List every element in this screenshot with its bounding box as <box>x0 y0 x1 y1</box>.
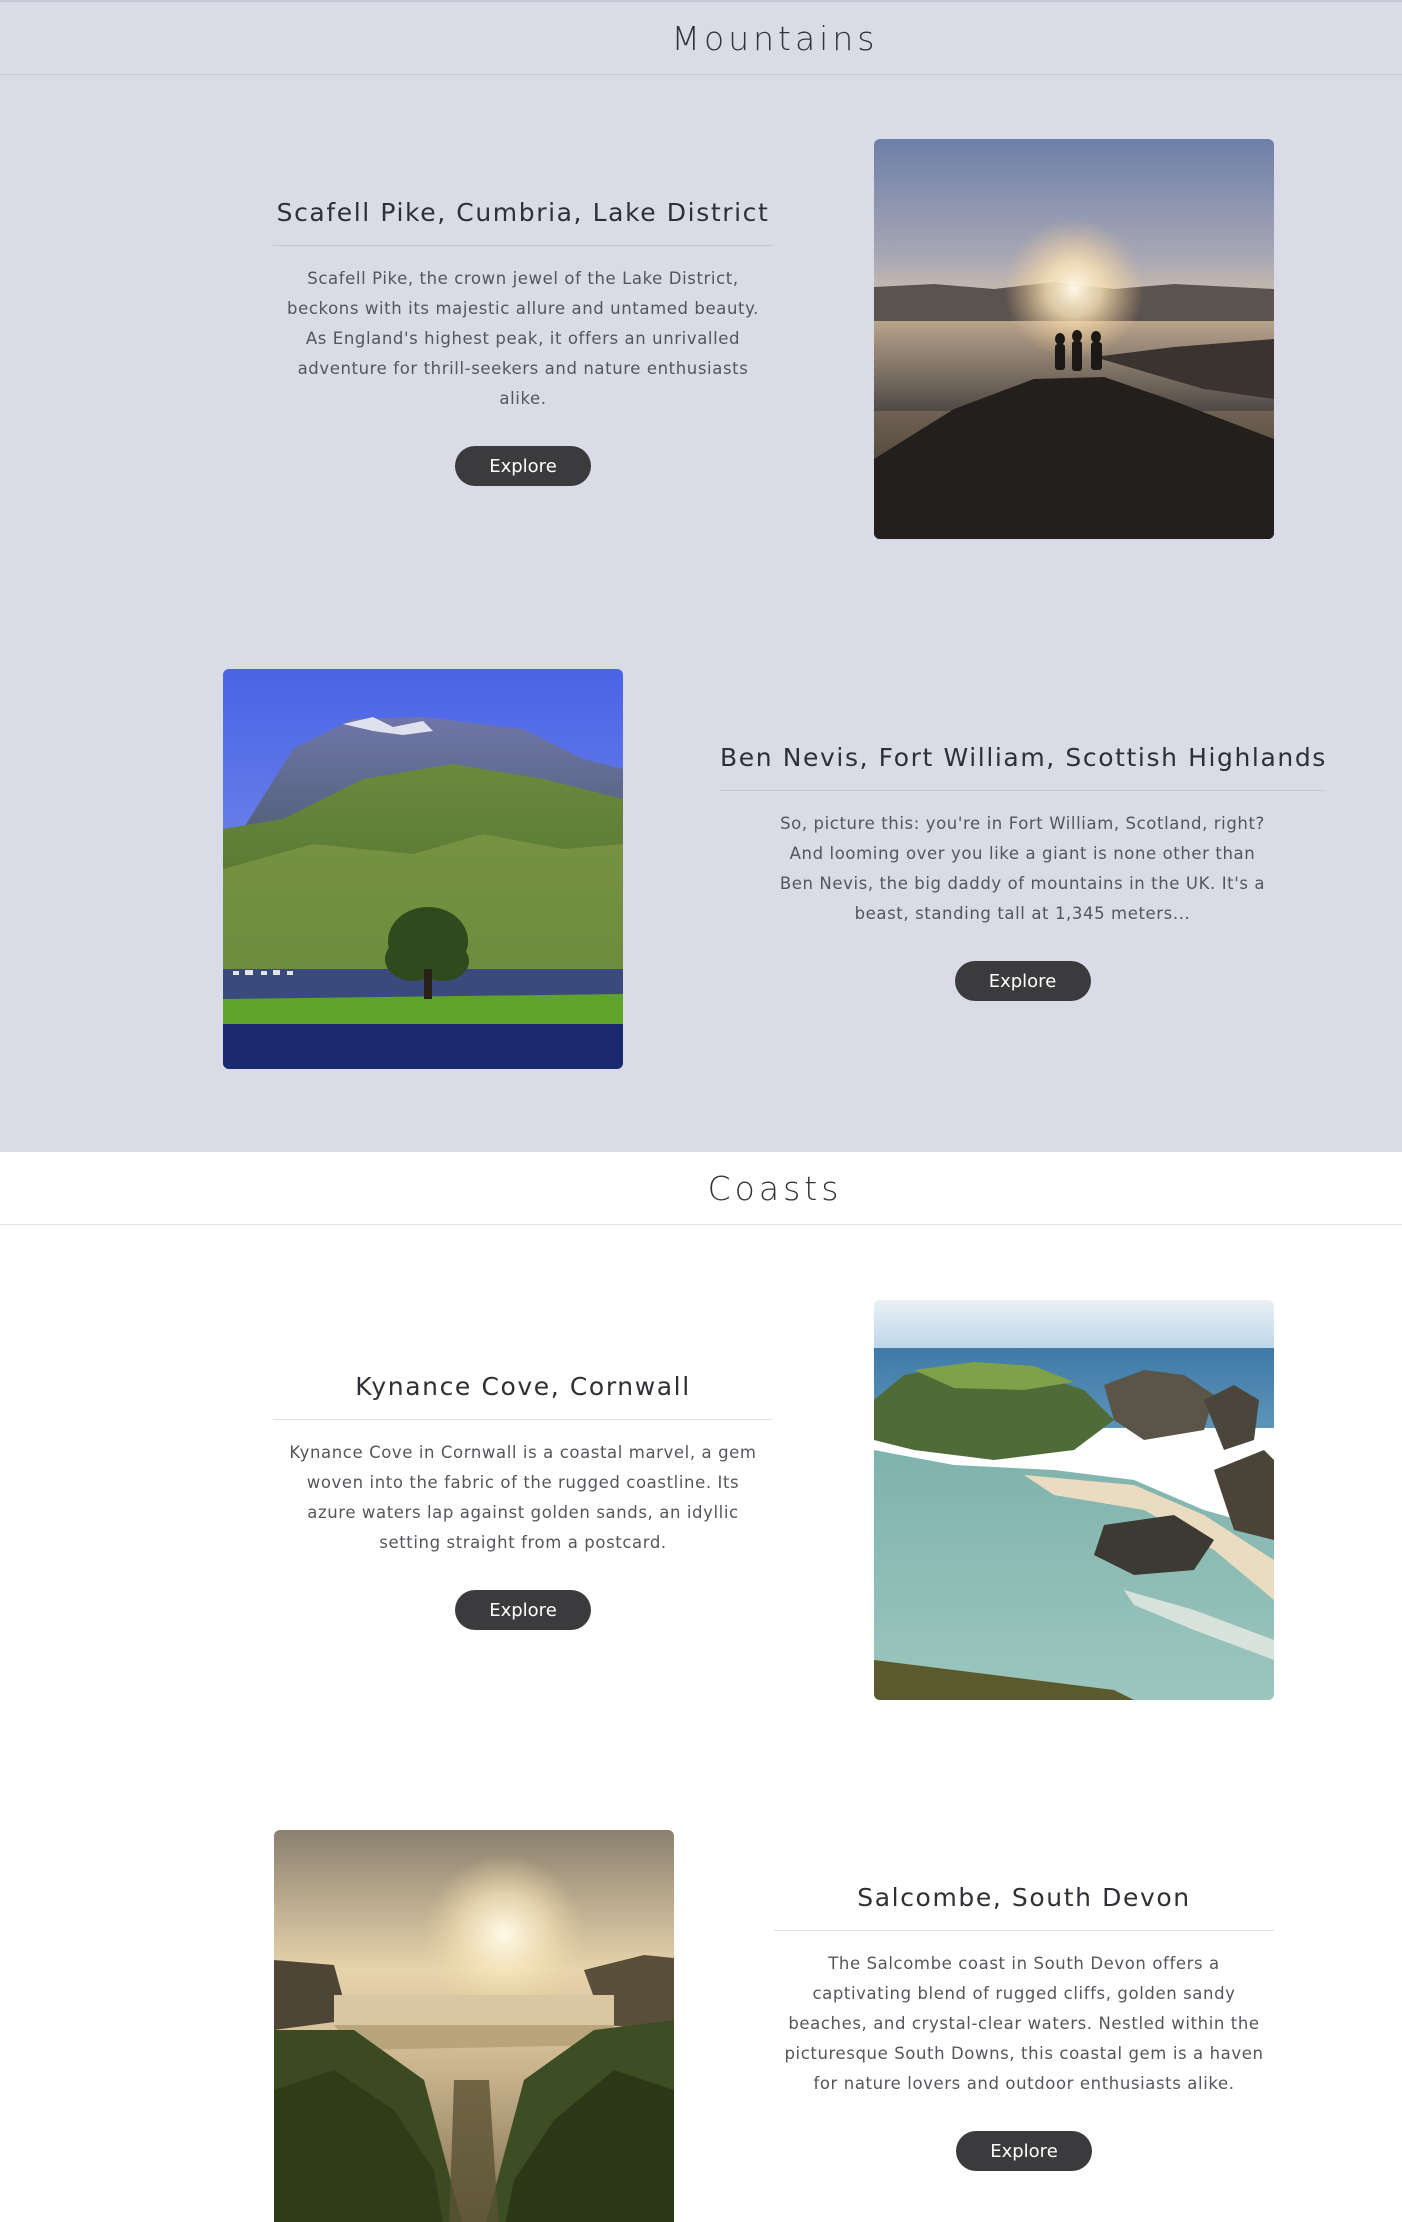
card-description: The Salcombe coast in South Devon offers… <box>784 1954 1264 2093</box>
kynance-cove-photo <box>874 1300 1274 1700</box>
card-kynance-cove: Kynance Cove, Cornwall Kynance Cove in C… <box>273 1372 773 1630</box>
salcombe-sunset-valley-photo <box>274 1830 674 2222</box>
card-description: Kynance Cove in Cornwall is a coastal ma… <box>289 1443 757 1552</box>
card-title: Kynance Cove, Cornwall <box>273 1372 773 1420</box>
card-salcombe: Salcombe, South Devon The Salcombe coast… <box>774 1883 1274 2171</box>
section-title-coasts: Coasts <box>707 1168 843 1208</box>
mountains-header: Mountains <box>0 2 1402 75</box>
coasts-header: Coasts <box>0 1152 1402 1225</box>
card-ben-nevis: Ben Nevis, Fort William, Scottish Highla… <box>720 743 1325 1001</box>
section-title-mountains: Mountains <box>671 18 879 58</box>
card-description: So, picture this: you're in Fort William… <box>779 814 1266 923</box>
card-title: Salcombe, South Devon <box>774 1883 1274 1931</box>
card-title: Ben Nevis, Fort William, Scottish Highla… <box>720 743 1325 791</box>
mountains-section: Mountains Scafell Pike, Cumbria, Lake Di… <box>0 0 1402 1152</box>
card-title: Scafell Pike, Cumbria, Lake District <box>273 198 773 246</box>
card-description: Scafell Pike, the crown jewel of the Lak… <box>287 269 759 408</box>
ben-nevis-mountain-photo <box>223 669 623 1069</box>
explore-button[interactable]: Explore <box>954 961 1091 1001</box>
coasts-section: Coasts Kynance Cove, Cornwall Kynance Co… <box>0 1152 1402 2222</box>
sunset-mountain-hikers-photo <box>874 139 1274 539</box>
card-scafell-pike: Scafell Pike, Cumbria, Lake District Sca… <box>273 198 773 486</box>
explore-button[interactable]: Explore <box>455 446 591 486</box>
explore-button[interactable]: Explore <box>455 1590 591 1630</box>
explore-button[interactable]: Explore <box>956 2131 1092 2171</box>
